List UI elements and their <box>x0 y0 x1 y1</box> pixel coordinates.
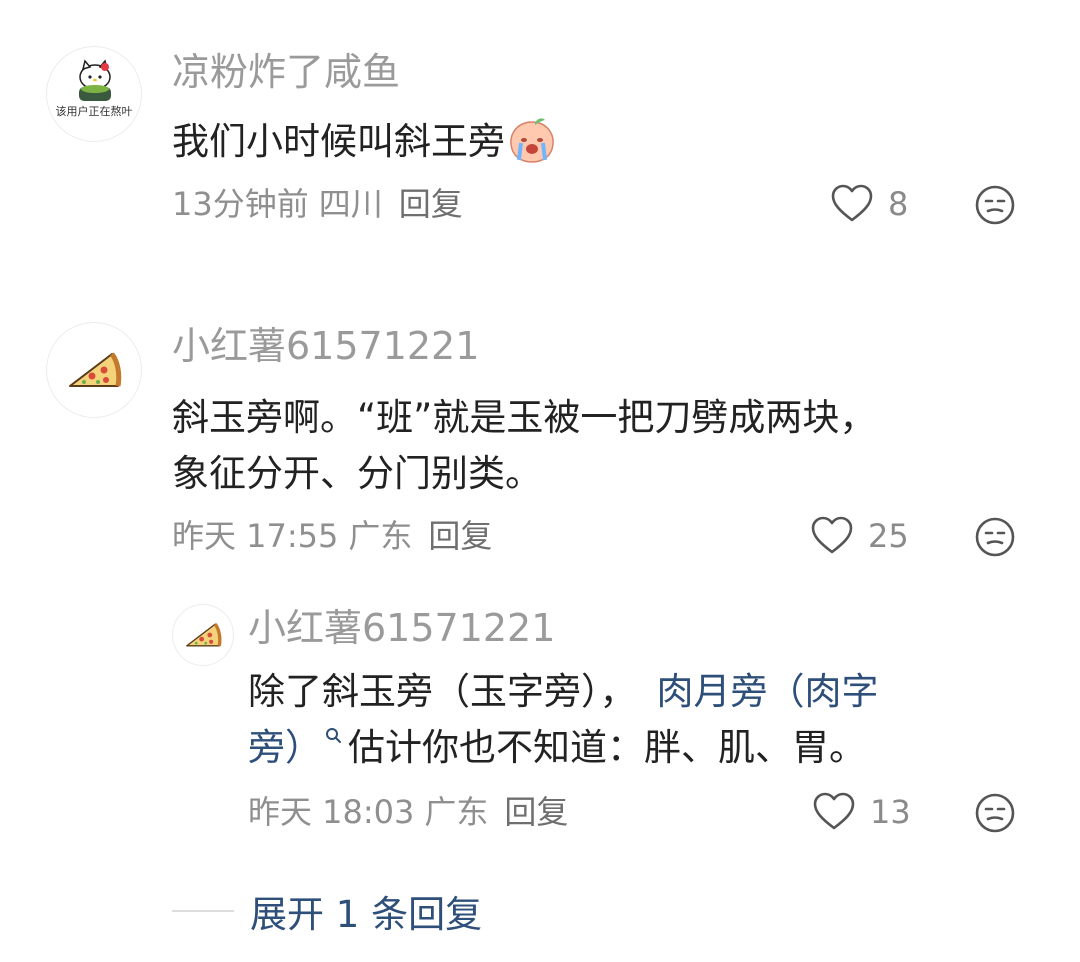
comment-location: 广东 <box>348 517 413 555</box>
pizza-slice-avatar-icon <box>69 352 122 387</box>
pizza-slice-avatar-icon <box>186 623 222 647</box>
meh-emoji-icon[interactable] <box>974 516 1016 558</box>
heart-icon <box>813 792 855 830</box>
comment-text-line: 象征分开、分门别类。 <box>172 452 542 495</box>
like-count: 8 <box>888 185 909 223</box>
comment-content: 斜玉旁啊。“班”就是玉被一把刀劈成两块， 象征分开、分门别类。 <box>172 390 1022 502</box>
avatar-caption: 该用户正在熬叶 <box>55 105 133 118</box>
expand-replies-button[interactable]: 展开 1 条回复 <box>172 884 482 938</box>
heart-icon <box>831 184 873 222</box>
comment-location: 四川 <box>318 185 383 223</box>
comment-text-line: 斜玉旁啊。“班”就是玉被一把刀劈成两块， <box>172 396 877 439</box>
reply-time: 昨天 18:03 <box>248 793 415 831</box>
reply-button[interactable]: 回复 <box>399 185 463 223</box>
like-button[interactable]: 25 <box>810 516 909 556</box>
crying-peach-emoji-icon <box>510 118 554 163</box>
meh-emoji-icon[interactable] <box>974 792 1016 834</box>
reply-text: 估计你也不知道：胖、肌、胃。 <box>348 726 866 769</box>
divider-line <box>172 910 234 912</box>
comment-username[interactable]: 小红薯61571221 <box>172 324 479 368</box>
like-button[interactable]: 13 <box>812 792 911 832</box>
comment-meta: 昨天 17:55 广东 回复 <box>172 516 502 556</box>
reply-meta: 昨天 18:03 广东 回复 <box>248 792 578 832</box>
reply-text: 除了斜玉旁（玉字旁）， <box>248 670 637 713</box>
comment-text: 我们小时候叫斜王旁 <box>172 120 505 163</box>
like-count: 13 <box>870 793 911 831</box>
comment-time: 昨天 17:55 <box>172 517 339 555</box>
reply-location: 广东 <box>424 793 489 831</box>
reply-button[interactable]: 回复 <box>428 517 492 555</box>
reply-button[interactable]: 回复 <box>504 793 568 831</box>
search-link[interactable]: 肉月旁（肉字 <box>657 670 879 713</box>
heart-icon <box>811 516 853 554</box>
like-button[interactable]: 8 <box>830 184 908 224</box>
reply-content: 除了斜玉旁（玉字旁）， 肉月旁（肉字 旁） 估计你也不知道：胖、肌、胃。 <box>248 664 1028 776</box>
search-icon[interactable] <box>324 726 344 746</box>
comment-time: 13分钟前 <box>172 185 309 223</box>
user-avatar[interactable]: 该用户正在熬叶 <box>46 46 142 142</box>
comment-content: 我们小时候叫斜王旁 <box>172 114 557 170</box>
meh-emoji-icon[interactable] <box>974 184 1016 226</box>
user-avatar[interactable] <box>46 322 142 418</box>
comment-username[interactable]: 凉粉炸了咸鱼 <box>172 50 400 94</box>
user-avatar[interactable] <box>172 604 234 666</box>
search-link[interactable]: 旁） <box>248 726 322 769</box>
reply-username[interactable]: 小红薯61571221 <box>248 606 555 650</box>
like-count: 25 <box>868 517 909 555</box>
comment-meta: 13分钟前 四川 回复 <box>172 184 473 224</box>
expand-replies-label[interactable]: 展开 1 条回复 <box>250 884 482 938</box>
